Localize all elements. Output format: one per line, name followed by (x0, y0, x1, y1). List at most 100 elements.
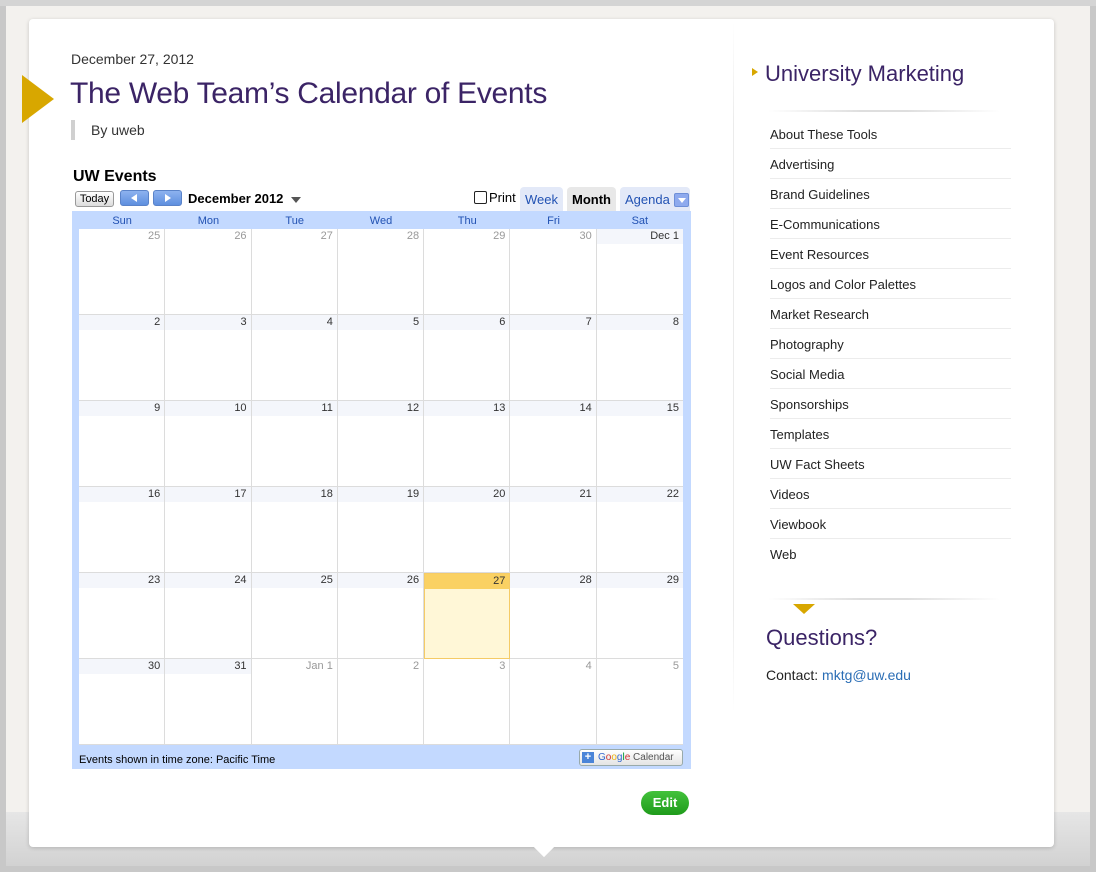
sidebar-item-sponsorships[interactable]: Sponsorships (770, 389, 1011, 419)
contact-email-link[interactable]: mktg@uw.edu (822, 667, 911, 683)
day-number: 12 (337, 401, 424, 416)
calendar-day[interactable]: 20 (424, 487, 511, 573)
weekday-mon: Mon (197, 215, 220, 227)
sidebar-divider (768, 110, 1000, 112)
calendar-day[interactable]: 7 (510, 315, 597, 401)
calendar-day[interactable]: 5 (337, 315, 425, 401)
sidebar-heading[interactable]: University Marketing (765, 61, 964, 87)
sidebar-item-event-resources[interactable]: Event Resources (770, 239, 1011, 269)
day-number: 18 (251, 487, 337, 502)
calendar-day[interactable]: 13 (424, 401, 511, 487)
calendar-day[interactable]: 29 (424, 229, 511, 315)
month-dropdown-icon[interactable] (291, 197, 301, 203)
calendar-day[interactable]: 11 (251, 401, 338, 487)
calendar-day[interactable]: 5 (596, 659, 683, 745)
calendar-day[interactable]: 2 (79, 315, 166, 401)
calendar-day[interactable]: 19 (337, 487, 425, 573)
day-number: 9 (79, 401, 165, 416)
calendar-day[interactable]: 16 (79, 487, 166, 573)
calendar-day[interactable]: 17 (165, 487, 252, 573)
day-number: 21 (510, 487, 596, 502)
day-number: 2 (337, 659, 424, 674)
month-grid: 25 26 27 28 29 30 Dec 1 2 3 4 5 6 7 8 9 … (79, 229, 683, 745)
print-label: Print (489, 190, 516, 205)
tab-month[interactable]: Month (567, 187, 616, 211)
sidebar-item-brand-guidelines[interactable]: Brand Guidelines (770, 179, 1011, 209)
day-number: 10 (165, 401, 251, 416)
calendar-day[interactable]: 25 (251, 573, 338, 659)
calendar-day[interactable]: 2 (337, 659, 425, 745)
view-dropdown-icon[interactable] (674, 193, 689, 207)
google-logo: Google (598, 752, 631, 763)
calendar-day[interactable]: 31 (165, 659, 252, 745)
weekday-header: Sun Mon Tue Wed Thu Fri Sat (79, 215, 683, 229)
sidebar-item-videos[interactable]: Videos (770, 479, 1011, 509)
calendar-day[interactable]: 26 (165, 229, 252, 315)
day-number: 24 (165, 573, 251, 588)
day-number: 25 (251, 573, 337, 588)
calendar-day[interactable]: 3 (424, 659, 511, 745)
calendar-day[interactable]: 4 (510, 659, 597, 745)
sidebar-item-about-these-tools[interactable]: About These Tools (770, 119, 1011, 149)
calendar-day[interactable]: 12 (337, 401, 425, 487)
day-number: 29 (596, 573, 683, 588)
calendar-day[interactable]: 4 (251, 315, 338, 401)
google-calendar-button[interactable]: + Google Calendar (579, 749, 683, 766)
calendar-day[interactable]: 15 (596, 401, 683, 487)
sidebar-item-uw-fact-sheets[interactable]: UW Fact Sheets (770, 449, 1011, 479)
print-button[interactable]: Print (474, 190, 516, 205)
calendar-day[interactable]: 18 (251, 487, 338, 573)
calendar-day[interactable]: 21 (510, 487, 597, 573)
month-label[interactable]: December 2012 (188, 191, 283, 206)
calendar-day[interactable]: 30 (79, 659, 166, 745)
day-number: 27 (425, 574, 510, 589)
calendar-day[interactable]: 23 (79, 573, 166, 659)
plus-icon: + (582, 752, 594, 763)
edit-button[interactable]: Edit (641, 791, 689, 815)
tab-week[interactable]: Week (520, 187, 563, 211)
heading-arrow-icon (752, 68, 758, 76)
calendar-day[interactable]: 8 (596, 315, 683, 401)
sidebar-item-social-media[interactable]: Social Media (770, 359, 1011, 389)
calendar-day[interactable]: 10 (165, 401, 252, 487)
today-button[interactable]: Today (75, 191, 114, 207)
calendar-day[interactable]: 14 (510, 401, 597, 487)
calendar-day[interactable]: 29 (596, 573, 683, 659)
calendar-day-today[interactable]: 27 (424, 573, 511, 659)
day-number: 29 (424, 229, 510, 244)
day-number: 28 (510, 573, 596, 588)
sidebar-item-viewbook[interactable]: Viewbook (770, 509, 1011, 539)
calendar-day[interactable]: 22 (596, 487, 683, 573)
sidebar-item-logos-and-color-palettes[interactable]: Logos and Color Palettes (770, 269, 1011, 299)
day-number: 14 (510, 401, 596, 416)
post-title[interactable]: The Web Team’s Calendar of Events (70, 77, 547, 111)
calendar-day[interactable]: 27 (251, 229, 338, 315)
calendar-day[interactable]: 3 (165, 315, 252, 401)
calendar-day[interactable]: 24 (165, 573, 252, 659)
sidebar-divider-lower (768, 598, 1000, 600)
sidebar-item-advertising[interactable]: Advertising (770, 149, 1011, 179)
sidebar-item-market-research[interactable]: Market Research (770, 299, 1011, 329)
calendar-day[interactable]: 6 (424, 315, 511, 401)
section-notch-icon (793, 604, 815, 614)
sidebar-item-photography[interactable]: Photography (770, 329, 1011, 359)
day-number: 26 (337, 573, 424, 588)
sidebar-item-web[interactable]: Web (770, 539, 1011, 569)
post-flag-icon (22, 75, 54, 123)
day-number: 2 (79, 315, 165, 330)
calendar-day[interactable]: Dec 1 (596, 229, 683, 315)
calendar-day[interactable]: 30 (510, 229, 597, 315)
calendar-title: UW Events (73, 168, 157, 185)
day-number: 23 (79, 573, 165, 588)
sidebar-item-templates[interactable]: Templates (770, 419, 1011, 449)
calendar-day[interactable]: 25 (79, 229, 166, 315)
calendar-day[interactable]: 9 (79, 401, 166, 487)
calendar-day[interactable]: 26 (337, 573, 425, 659)
prev-month-button[interactable] (120, 190, 149, 206)
calendar-day[interactable]: 28 (510, 573, 597, 659)
calendar-day[interactable]: Jan 1 (251, 659, 338, 745)
calendar-day[interactable]: 28 (337, 229, 425, 315)
next-month-button[interactable] (153, 190, 182, 206)
sidebar-item-e-communications[interactable]: E-Communications (770, 209, 1011, 239)
contact-label: Contact: (766, 667, 819, 683)
